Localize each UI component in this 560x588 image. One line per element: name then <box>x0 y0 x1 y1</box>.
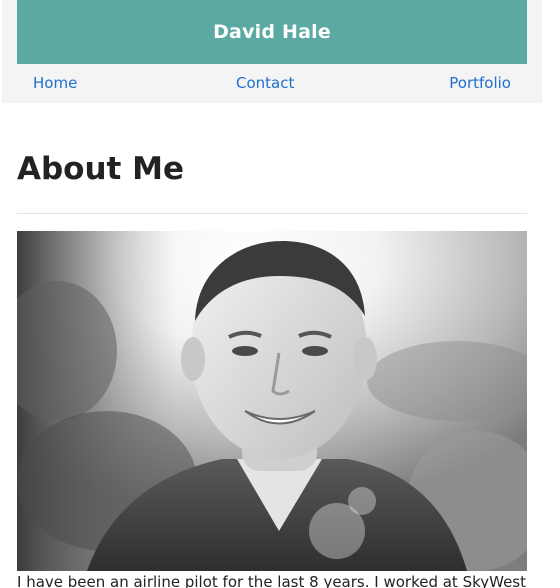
main-nav: Home Contact Portfolio <box>17 74 527 96</box>
nav-link-home[interactable]: Home <box>33 74 77 92</box>
site-title: David Hale <box>213 21 331 43</box>
nav-link-portfolio[interactable]: Portfolio <box>449 74 511 92</box>
portrait-photo-icon <box>17 231 527 571</box>
site-banner: David Hale <box>17 0 527 64</box>
bio-text: I have been an airline pilot for the las… <box>17 573 527 588</box>
nav-link-contact[interactable]: Contact <box>236 74 294 92</box>
profile-photo <box>17 231 527 571</box>
page-heading: About Me <box>17 151 185 187</box>
page: David Hale Home Contact Portfolio About … <box>0 0 560 588</box>
heading-divider <box>17 213 527 214</box>
